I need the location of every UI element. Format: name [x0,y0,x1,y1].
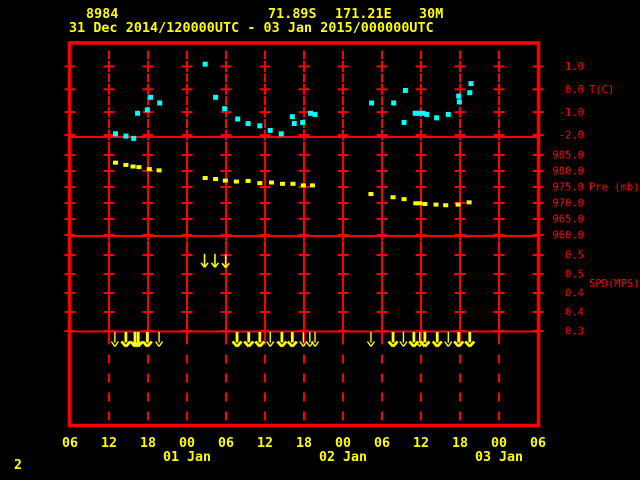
svg-text:0.0: 0.0 [565,84,584,96]
svg-text:00: 00 [491,436,507,451]
svg-text:980.0: 980.0 [552,166,584,178]
svg-text:975.0: 975.0 [552,182,584,194]
svg-text:0.5: 0.5 [565,269,584,281]
svg-text:0.4: 0.4 [565,288,584,300]
svg-text:06: 06 [374,436,390,451]
svg-text:-2.0: -2.0 [559,130,584,142]
svg-text:12: 12 [413,436,429,451]
svg-text:06: 06 [62,436,78,451]
svg-text:0.4: 0.4 [565,307,584,319]
svg-text:01 Jan: 01 Jan [163,450,211,465]
svg-text:SPD(MPS): SPD(MPS) [589,278,640,290]
svg-text:06: 06 [530,436,546,451]
svg-text:02 Jan: 02 Jan [319,450,367,465]
pressure-points [113,160,472,208]
meteogram-screen: 8984 71.89S 171.21E 30M 31 Dec 2014/1200… [0,0,640,480]
svg-text:12: 12 [101,436,117,451]
temperature-points [113,61,474,141]
svg-text:00: 00 [179,436,195,451]
svg-text:18: 18 [140,436,156,451]
wind-direction-arrows [110,332,476,348]
svg-text:0.3: 0.3 [565,326,584,338]
wind-speed-arrows [200,253,230,269]
svg-text:1.0: 1.0 [565,61,584,73]
axis-unit-labels: T(C) Pre (mb) SPD(MPS) [589,84,640,290]
meteogram-chart: 1.00.0-1.0-2.0985.0980.0975.0970.0965.09… [62,41,640,465]
pressure-axis-labels: 985.0 980.0 975.0 970.0 965.0 960.0 [552,150,584,242]
temp-axis-labels: 1.0 0.0 -1.0 -2.0 [559,61,584,141]
svg-text:18: 18 [452,436,468,451]
svg-text:960.0: 960.0 [552,230,584,242]
svg-text:T(C): T(C) [589,84,614,96]
svg-text:985.0: 985.0 [552,150,584,162]
svg-text:-1.0: -1.0 [559,107,584,119]
svg-text:00: 00 [335,436,351,451]
svg-text:970.0: 970.0 [552,198,584,210]
svg-text:06: 06 [218,436,234,451]
speed-axis-labels: 0.5 0.5 0.4 0.4 0.3 [565,250,584,338]
svg-text:12: 12 [257,436,273,451]
svg-text:Pre (mb): Pre (mb) [589,182,640,194]
svg-text:03 Jan: 03 Jan [475,450,523,465]
svg-text:0.5: 0.5 [565,250,584,262]
date-labels: 01 Jan 02 Jan 03 Jan [163,450,523,465]
hour-labels: 06 12 18 00 06 12 18 00 06 12 18 00 06 [62,436,546,451]
svg-text:965.0: 965.0 [552,214,584,226]
svg-text:18: 18 [296,436,312,451]
